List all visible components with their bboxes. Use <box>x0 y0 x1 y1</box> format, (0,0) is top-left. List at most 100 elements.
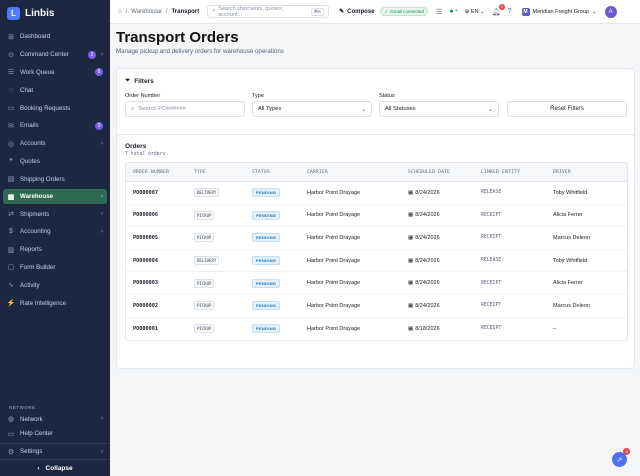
language-selector[interactable]: ⊕ EN ⌄ <box>465 9 485 15</box>
table-row[interactable]: PO000002 PICKUP PENDING Harbor Point Drayag… <box>126 295 627 318</box>
order-number[interactable]: PO000003 <box>133 280 158 286</box>
linked-entity-cell[interactable]: RECEIPT <box>481 303 553 308</box>
org-switcher[interactable]: M Meridian Freight Group ⌄ <box>521 7 597 16</box>
type-value: All Types <box>258 106 282 112</box>
column-header-status[interactable]: STATUS <box>252 170 307 175</box>
activity-icon: ∿ <box>8 282 14 290</box>
sidebar-item-accounts[interactable]: ◎ Accounts › <box>3 135 107 153</box>
chevron-right-icon: › <box>101 416 103 423</box>
order-number[interactable]: PO000004 <box>133 258 158 264</box>
carrier-cell: Harbor Point Drayage <box>307 189 361 196</box>
order-number[interactable]: PO000002 <box>133 303 158 309</box>
sidebar-item-accounting[interactable]: $ Accounting › <box>3 223 107 241</box>
chat-icon: ◌ <box>8 86 14 94</box>
type-cell: DELIVERY <box>194 256 252 266</box>
type-badge: PICKUP <box>194 278 215 288</box>
table-row[interactable]: PO000004 DELIVERY PENDING Harbor Point Dray… <box>126 250 627 273</box>
order-number[interactable]: PO000005 <box>133 235 158 241</box>
scheduled-date-cell: ▦ 8/24/2026 <box>408 212 481 218</box>
order-number-cell: PO000007 <box>126 190 194 196</box>
sidebar-item-label: Booking Requests <box>20 104 71 112</box>
table-row[interactable]: PO000007 DELIVERY PENDING Harbor Point Dray… <box>126 182 627 205</box>
sidebar-item-help-center[interactable]: ▭ Help Center <box>3 427 107 442</box>
column-header-driver[interactable]: DRIVER <box>553 170 627 175</box>
sidebar-item-command-center[interactable]: ⊙ Command Center 2 › <box>3 46 107 64</box>
compose-button[interactable]: ✎ Compose <box>339 8 375 16</box>
table-row[interactable]: PO000006 PICKUP PENDING Harbor Point Drayag… <box>126 205 627 228</box>
column-header-linked-entity[interactable]: LINKED ENTITY <box>481 170 553 175</box>
sidebar-item-dashboard[interactable]: ⊞ Dashboard <box>3 28 107 46</box>
status-toggle-icon[interactable]: ●◔ <box>449 8 457 15</box>
linked-entity-cell[interactable]: RECEIPT <box>481 213 553 218</box>
driver-cell: Toby Whitfield <box>553 257 588 264</box>
sidebar-item-shipping-orders[interactable]: ▤ Shipping Orders <box>3 170 107 188</box>
order-number[interactable]: PO000001 <box>133 326 158 332</box>
sidebar-item-label: Form Builder <box>20 263 56 271</box>
sidebar-item-warehouse[interactable]: ▦ Warehouse › <box>3 189 107 205</box>
sidebar-item-rate-intelligence[interactable]: ⚡ Rate Intelligence <box>3 294 107 312</box>
reports-icon: ▥ <box>7 246 15 254</box>
sidebar-item-emails[interactable]: ✉ Emails 3 <box>3 117 107 135</box>
help-center-icon: ▭ <box>7 430 15 438</box>
column-header-scheduled-date[interactable]: SCHEDULED DATE <box>408 170 481 175</box>
linked-entity-cell[interactable]: RELEASE <box>481 190 553 195</box>
breadcrumb-current: Transport <box>171 8 200 15</box>
breadcrumb-separator: / <box>165 8 168 15</box>
global-search-input[interactable]: ⌕ Search shipments, quotes, account... ⌘… <box>207 5 330 18</box>
order-number[interactable]: PO000006 <box>133 212 158 218</box>
sidebar-item-network[interactable]: ◍ Network › <box>3 412 107 427</box>
sidebar-item-label: Command Center <box>20 51 69 59</box>
linked-entity-cell[interactable]: RELEASE <box>481 258 553 263</box>
column-header-carrier[interactable]: CARRIER <box>307 170 408 175</box>
sidebar-item-booking-requests[interactable]: ▭ Booking Requests <box>3 99 107 117</box>
brand[interactable]: L Linbis <box>0 1 110 25</box>
order-number[interactable]: PO000007 <box>133 190 158 196</box>
order-number-input[interactable]: ⌕ Search PO###### <box>125 101 245 117</box>
rate-intelligence-icon: ⚡ <box>6 300 16 308</box>
calendar-icon: ▦ <box>408 234 414 241</box>
sidebar-item-reports[interactable]: ▥ Reports <box>3 241 107 259</box>
help-icon[interactable]: ? <box>508 8 512 15</box>
sidebar-item-label: Reports <box>20 246 42 254</box>
list-icon[interactable]: ☰ <box>436 8 442 16</box>
column-header-type[interactable]: TYPE <box>194 170 252 175</box>
work-queue-icon: ☰ <box>7 69 15 77</box>
reset-filters-button[interactable]: Reset Filters <box>507 101 627 117</box>
compose-label: Compose <box>347 8 375 15</box>
linked-entity-cell[interactable]: RECEIPT <box>481 235 553 240</box>
breadcrumb-warehouse[interactable]: Warehouse <box>131 9 161 15</box>
status-select[interactable]: All Statuses ⌄ <box>379 101 499 117</box>
sidebar-item-work-queue[interactable]: ☰ Work Queue 6 <box>3 64 107 82</box>
column-header-order-number[interactable]: ORDER NUMBER <box>126 170 194 175</box>
breadcrumb: ⌂ / Warehouse / Transport <box>118 9 199 15</box>
driver-cell: Toby Whitfield <box>553 189 588 196</box>
sidebar-item-shipments[interactable]: ⇄ Shipments › <box>3 205 107 223</box>
sidebar-item-chat[interactable]: ◌ Chat <box>3 81 107 99</box>
globe-icon: ⊕ <box>464 8 470 15</box>
type-select[interactable]: All Types ⌄ <box>252 101 372 117</box>
scheduled-date-cell: ▦ 8/18/2026 <box>408 326 481 332</box>
calendar-icon: ▦ <box>408 212 414 219</box>
linked-entity-cell[interactable]: RECEIPT <box>481 326 553 331</box>
home-icon[interactable]: ⌂ <box>118 9 122 15</box>
sidebar-item-quotes[interactable]: ❝ Quotes <box>3 153 107 171</box>
shipments-icon: ⇄ <box>8 211 14 219</box>
avatar[interactable]: A <box>604 5 617 18</box>
sidebar-item-form-builder[interactable]: ▢ Form Builder <box>3 259 107 277</box>
table-row[interactable]: PO000003 PICKUP PENDING Harbor Point Drayag… <box>126 272 627 295</box>
gmail-connected-badge[interactable]: ✓ Gmail connected <box>380 7 429 16</box>
sidebar-item-activity[interactable]: ∿ Activity <box>3 276 107 294</box>
table-row[interactable]: PO000005 PICKUP PENDING Harbor Point Drayag… <box>126 227 627 250</box>
collapse-button[interactable]: ‹ Collapse <box>0 459 110 476</box>
driver-cell: Marcus Deleon <box>553 302 590 309</box>
notifications-button[interactable]: 🔔︎ 3 <box>492 3 505 16</box>
linked-entity-cell[interactable]: RECEIPT <box>481 281 553 286</box>
table-row[interactable]: PO000001 PICKUP PENDING Harbor Point Drayag… <box>126 318 627 341</box>
chevron-right-icon: › <box>101 448 103 455</box>
search-shortcut: ⌘K <box>310 7 325 16</box>
type-cell: PICKUP <box>194 278 252 288</box>
sidebar-item-label: Activity <box>20 281 40 289</box>
orders-title: Orders <box>125 143 147 150</box>
scheduled-date: 8/18/2026 <box>415 325 440 332</box>
org-name: Meridian Freight Group <box>532 8 590 15</box>
